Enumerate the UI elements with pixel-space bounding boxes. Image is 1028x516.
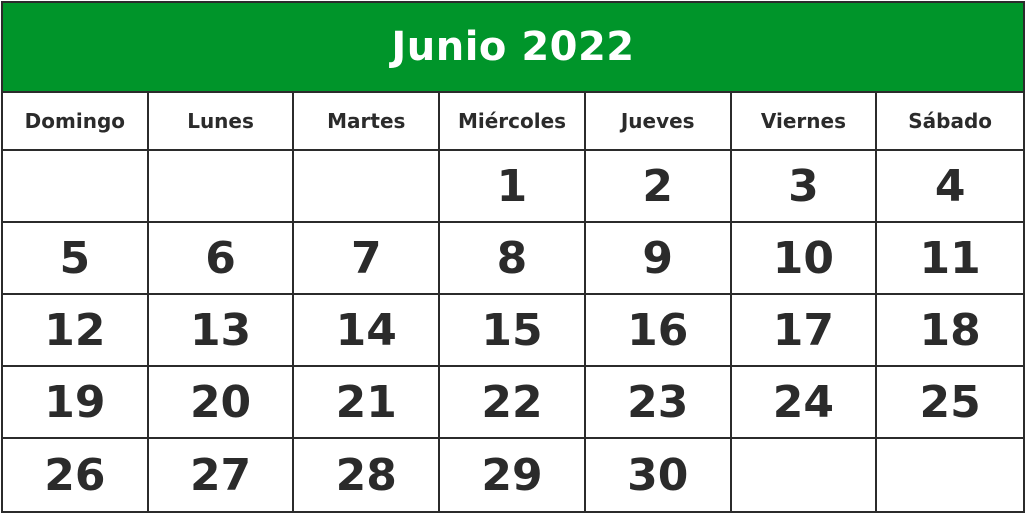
day-cell: 18: [877, 295, 1023, 367]
weekday-header: Sábado: [877, 93, 1023, 151]
calendar-header: Junio 2022: [3, 3, 1023, 93]
calendar-grid: Domingo Lunes Martes Miércoles Jueves Viernes…: [3, 93, 1023, 511]
day-cell: 29: [440, 439, 586, 511]
day-cell: 12: [3, 295, 149, 367]
day-cell: 11: [877, 223, 1023, 295]
day-cell: 8: [440, 223, 586, 295]
empty-day-cell: [3, 151, 149, 223]
day-cell: 7: [294, 223, 441, 295]
day-cell: 21: [294, 367, 441, 439]
weekday-header: Martes: [294, 93, 441, 151]
day-cell: 17: [731, 295, 878, 367]
day-cell: 27: [149, 439, 295, 511]
day-cell: 1: [440, 151, 586, 223]
calendar-title: Junio 2022: [391, 24, 635, 70]
empty-day-cell: [732, 439, 878, 511]
day-cell: 6: [148, 223, 295, 295]
day-cell: 19: [3, 367, 149, 439]
day-cell: 13: [148, 295, 295, 367]
day-cell: 16: [585, 295, 732, 367]
day-cell: 5: [3, 223, 149, 295]
weekday-header: Domingo: [3, 93, 149, 151]
empty-day-cell: [294, 151, 441, 223]
weekday-header: Viernes: [731, 93, 878, 151]
day-cell: 28: [294, 439, 441, 511]
day-cell: 15: [440, 295, 586, 367]
day-cell: 20: [148, 367, 295, 439]
day-cell: 9: [585, 223, 732, 295]
day-cell: 30: [586, 439, 732, 511]
empty-day-cell: [877, 439, 1023, 511]
day-cell: 26: [3, 439, 149, 511]
day-cell: 3: [731, 151, 878, 223]
day-cell: 25: [877, 367, 1023, 439]
day-cell: 14: [294, 295, 441, 367]
empty-day-cell: [148, 151, 295, 223]
weekday-header: Lunes: [148, 93, 295, 151]
day-cell: 24: [731, 367, 878, 439]
weekday-header: Miércoles: [440, 93, 586, 151]
day-cell: 22: [440, 367, 586, 439]
calendar: Junio 2022 Domingo Lunes Martes Miércoles Ju…: [1, 1, 1025, 513]
day-cell: 23: [585, 367, 732, 439]
day-cell: 10: [731, 223, 878, 295]
weekday-header: Jueves: [585, 93, 732, 151]
day-cell: 4: [877, 151, 1023, 223]
day-cell: 2: [585, 151, 732, 223]
